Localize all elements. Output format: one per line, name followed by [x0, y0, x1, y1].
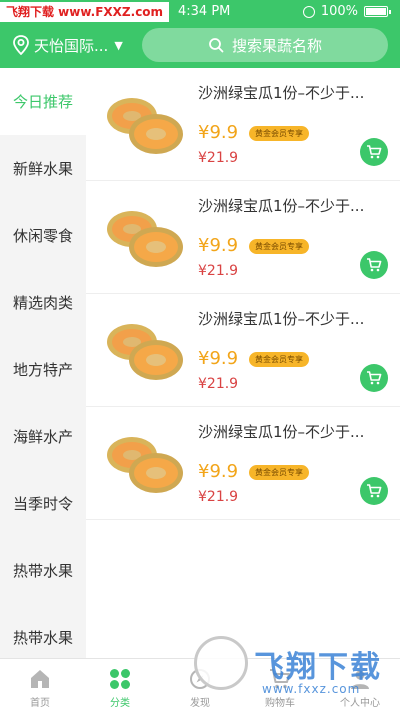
sidebar-item-today[interactable]: 今日推荐 [0, 68, 86, 135]
search-icon [209, 38, 224, 53]
product-original-price: ¥21.9 [198, 263, 239, 279]
sidebar-item-label: 地方特产 [13, 361, 74, 379]
app-header: 飞翔下载 www.FXXZ.com 4:34 PM 100% 天怡国际... ▼… [0, 0, 400, 68]
product-title: 沙洲绿宝瓜1份–不少于... [198, 84, 365, 102]
category-icon [110, 669, 130, 689]
product-title: 沙洲绿宝瓜1份–不少于... [198, 310, 365, 328]
battery-icon [364, 6, 391, 17]
cart-icon [367, 145, 382, 159]
melon-image [107, 437, 183, 493]
product-item[interactable]: 沙洲绿宝瓜1份–不少于... ¥9.9 黄金会员专享 ¥21.9 [86, 294, 400, 407]
melon-image [107, 98, 183, 154]
sidebar-item-label: 休闲零食 [13, 227, 74, 245]
location-selector[interactable]: 天怡国际... ▼ [12, 32, 123, 58]
sidebar-item-snacks[interactable]: 休闲零食 [0, 202, 86, 269]
member-badge: 黄金会员专享 [249, 465, 309, 480]
product-original-price: ¥21.9 [198, 489, 239, 505]
sidebar-item-label: 海鲜水产 [13, 428, 74, 446]
sidebar-item-label: 新鲜水果 [13, 160, 74, 178]
sidebar-item-label: 精选肉类 [13, 294, 74, 312]
location-label: 天怡国际... [34, 36, 109, 55]
cart-icon [367, 371, 382, 385]
watermark-text: 飞翔下载 www.FXXZ.com [0, 2, 170, 22]
product-item[interactable]: 沙洲绿宝瓜1份–不少于... ¥9.9 黄金会员专享 ¥21.9 [86, 181, 400, 294]
sidebar-item-meat[interactable]: 精选肉类 [0, 269, 86, 336]
cart-icon [367, 258, 382, 272]
tab-profile[interactable]: 个人中心 [320, 659, 400, 712]
home-icon [31, 670, 49, 688]
product-title: 沙洲绿宝瓜1份–不少于... [198, 197, 365, 215]
sidebar-item-label: 当季时令 [13, 495, 74, 513]
product-list: 沙洲绿宝瓜1份–不少于... ¥9.9 黄金会员专享 ¥21.9 沙洲绿宝瓜1份… [86, 68, 400, 658]
melon-image [107, 211, 183, 267]
status-time: 4:34 PM [178, 4, 231, 19]
product-title: 沙洲绿宝瓜1份–不少于... [198, 423, 365, 441]
search-input[interactable]: 搜索果蔬名称 [142, 28, 388, 62]
discover-icon [190, 669, 210, 689]
sidebar-item-seafood[interactable]: 海鲜水产 [0, 403, 86, 470]
product-item[interactable]: 沙洲绿宝瓜1份–不少于... ¥9.9 黄金会员专享 ¥21.9 [86, 407, 400, 520]
product-price: ¥9.9 [198, 348, 239, 369]
add-to-cart-button[interactable] [360, 251, 388, 279]
sidebar-item-tropical[interactable]: 热带水果 [0, 537, 86, 604]
sidebar-item-label: 热带水果 [13, 562, 74, 580]
sidebar-item-label: 今日推荐 [13, 93, 74, 111]
rotation-lock-icon [302, 5, 315, 18]
product-original-price: ¥21.9 [198, 376, 239, 392]
tab-label: 首页 [30, 698, 50, 709]
chevron-down-icon: ▼ [114, 38, 123, 52]
bottom-tab-bar: 首页 分类 发现 购物车 个人中心 [0, 658, 400, 712]
sidebar-item-label: 热带水果 [13, 629, 74, 647]
status-right: 100% [302, 4, 391, 19]
member-badge: 黄金会员专享 [249, 126, 309, 141]
product-item[interactable]: 沙洲绿宝瓜1份–不少于... ¥9.9 黄金会员专享 ¥21.9 [86, 68, 400, 181]
status-bar: 飞翔下载 www.FXXZ.com 4:34 PM 100% [0, 0, 400, 24]
add-to-cart-button[interactable] [360, 477, 388, 505]
battery-percent: 100% [320, 4, 358, 19]
product-price: ¥9.9 [198, 122, 239, 143]
sidebar-item-seasonal[interactable]: 当季时令 [0, 470, 86, 537]
product-price: ¥9.9 [198, 235, 239, 256]
tab-home[interactable]: 首页 [0, 659, 80, 712]
member-badge: 黄金会员专享 [249, 239, 309, 254]
category-sidebar: 今日推荐 新鲜水果 休闲零食 精选肉类 地方特产 海鲜水产 当季时令 热带水果 … [0, 68, 86, 658]
tab-category[interactable]: 分类 [80, 659, 160, 712]
product-original-price: ¥21.9 [198, 150, 239, 166]
tab-label: 分类 [110, 698, 130, 709]
product-price: ¥9.9 [198, 461, 239, 482]
user-icon [351, 670, 369, 689]
tab-discover[interactable]: 发现 [160, 659, 240, 712]
melon-image [107, 324, 183, 380]
add-to-cart-button[interactable] [360, 364, 388, 392]
member-badge: 黄金会员专享 [249, 352, 309, 367]
sidebar-item-local[interactable]: 地方特产 [0, 336, 86, 403]
tab-cart[interactable]: 购物车 [240, 659, 320, 712]
tab-label: 购物车 [265, 698, 295, 709]
cart-icon [367, 484, 382, 498]
tab-label: 个人中心 [340, 698, 380, 709]
add-to-cart-button[interactable] [360, 138, 388, 166]
cart-icon [270, 669, 290, 689]
tab-label: 发现 [190, 698, 210, 709]
location-pin-icon [13, 35, 29, 55]
sidebar-item-fresh-fruit[interactable]: 新鲜水果 [0, 135, 86, 202]
search-placeholder: 搜索果蔬名称 [231, 36, 322, 55]
